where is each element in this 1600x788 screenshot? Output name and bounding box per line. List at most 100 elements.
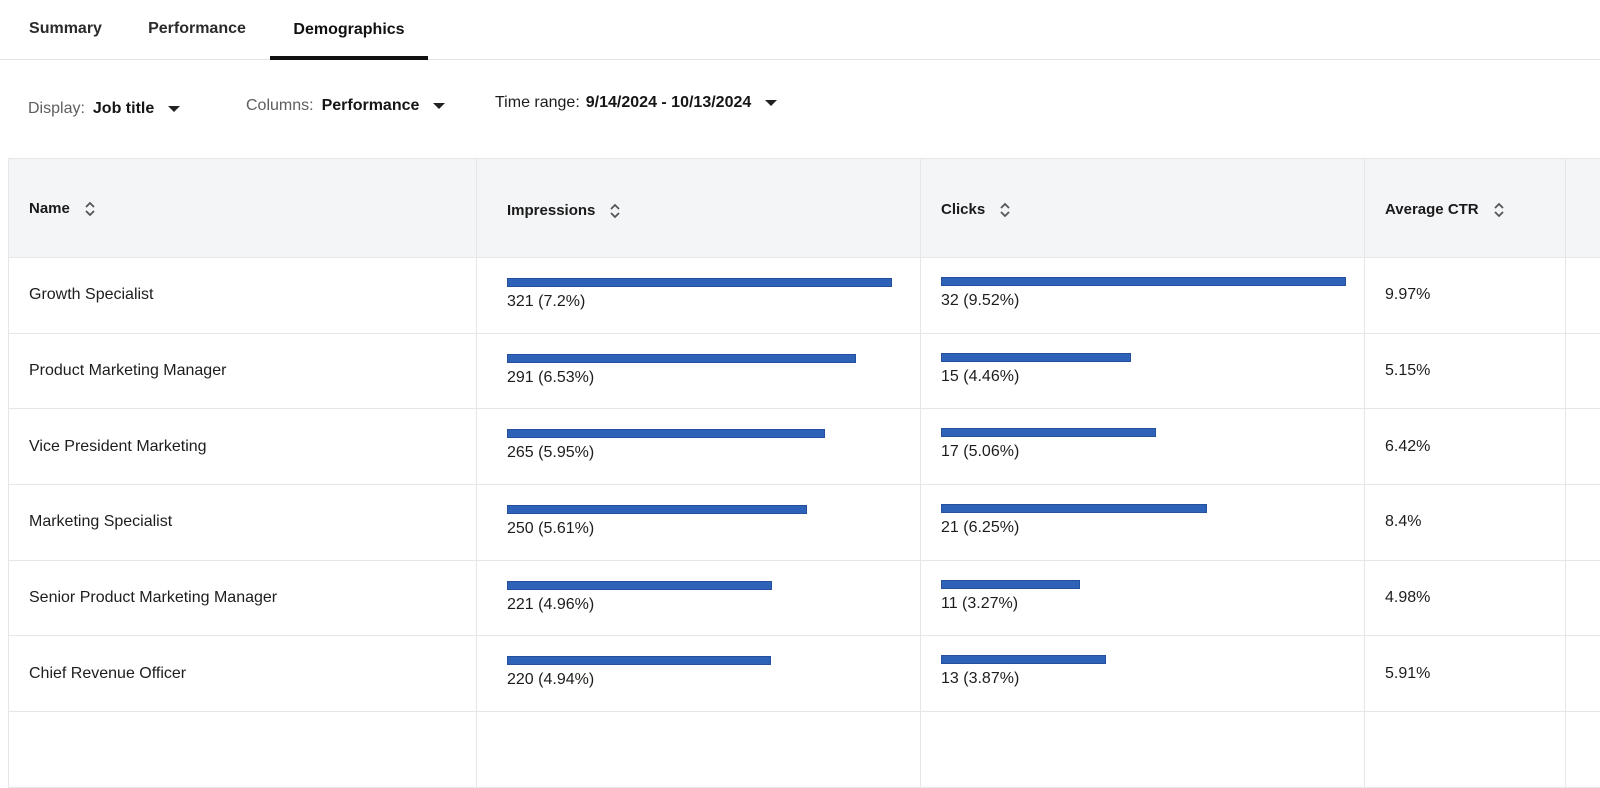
table-row[interactable]: Product Marketing Manager 291 (6.53%) 15 (… xyxy=(9,333,1600,410)
columns-label: Columns: xyxy=(246,97,314,114)
cell-impressions: 220 (4.94%) xyxy=(477,636,921,712)
table-row xyxy=(9,712,1600,788)
clicks-value: 15 (4.46%) xyxy=(941,367,1020,385)
impressions-value: 221 (4.96%) xyxy=(507,595,595,613)
cell-clicks: 17 (5.06%) xyxy=(921,409,1365,485)
cell-impressions: 265 (5.95%) xyxy=(477,409,921,485)
sort-icon[interactable] xyxy=(999,201,1011,219)
clicks-value: 11 (3.27%) xyxy=(941,594,1019,612)
impressions-value: 220 (4.94%) xyxy=(507,671,595,689)
column-header-clicks[interactable]: Clicks xyxy=(921,159,1365,258)
ctr-value: 6.42% xyxy=(1385,437,1431,455)
cell-impressions xyxy=(477,712,921,787)
table-row[interactable]: Chief Revenue Officer 220 (4.94%) 13 (3.87… xyxy=(9,636,1600,713)
column-header-label: Clicks xyxy=(941,201,986,218)
cell-average-ctr: 4.98% xyxy=(1365,560,1566,636)
columns-value: Performance xyxy=(321,97,420,114)
cell-clicks: 13 (3.87%) xyxy=(921,636,1365,712)
cell-average-ctr: 5.15% xyxy=(1365,333,1566,409)
sort-icon[interactable] xyxy=(1493,201,1505,219)
job-title: Chief Revenue Officer xyxy=(29,664,187,682)
impressions-value: 250 (5.61%) xyxy=(507,520,595,538)
time-range-dropdown[interactable]: Time range: 9/14/2024 - 10/13/2024 xyxy=(495,91,778,115)
display-value: Job title xyxy=(92,100,155,117)
display-label: Display: xyxy=(28,100,85,117)
column-header-name[interactable]: Name xyxy=(9,159,477,258)
display-dropdown[interactable]: Display: Job title xyxy=(28,97,181,121)
table-row[interactable]: Senior Product Marketing Manager 221 (4.9… xyxy=(9,560,1600,637)
tab-demographics[interactable]: Demographics xyxy=(270,0,428,60)
impressions-value: 291 (6.53%) xyxy=(507,368,595,386)
column-header-impressions[interactable]: Impressions xyxy=(477,159,921,258)
impressions-value: 265 (5.95%) xyxy=(507,444,595,462)
ctr-value: 8.4% xyxy=(1385,513,1422,531)
cell-average-ctr: 9.97% xyxy=(1365,258,1566,333)
caret-down-icon xyxy=(765,100,778,106)
column-header-average-ctr[interactable]: Average CTR xyxy=(1365,159,1566,258)
column-header-label: Name xyxy=(29,200,70,217)
cell-impressions: 291 (6.53%) xyxy=(477,333,921,409)
demographics-table: Name Impressions Clicks Average CTR Grow… xyxy=(8,158,1600,788)
job-title: Vice President Marketing xyxy=(29,437,207,455)
sort-icon[interactable] xyxy=(609,202,621,220)
cell-average-ctr: 8.4% xyxy=(1365,485,1566,560)
time-range-value: 9/14/2024 - 10/13/2024 xyxy=(585,94,752,111)
cell-average-ctr: 5.91% xyxy=(1365,636,1566,712)
clicks-value: 32 (9.52%) xyxy=(941,292,1020,309)
impressions-bar xyxy=(507,429,825,439)
clicks-bar xyxy=(941,655,1106,665)
caret-down-icon xyxy=(433,103,446,109)
cell-name: Growth Specialist xyxy=(9,258,477,333)
ctr-value: 9.97% xyxy=(1385,286,1431,304)
impressions-value: 321 (7.2%) xyxy=(507,293,586,310)
filter-bar: Display: Job title Columns: Performance … xyxy=(0,86,1600,130)
table-row[interactable]: Vice President Marketing 265 (5.95%) 17 (5… xyxy=(9,409,1600,486)
cell-clicks: 21 (6.25%) xyxy=(921,485,1365,560)
time-range-label: Time range: xyxy=(495,94,580,111)
cell-impressions: 321 (7.2%) xyxy=(477,258,921,333)
job-title: Marketing Specialist xyxy=(29,513,173,531)
cell-name: Marketing Specialist xyxy=(9,485,477,560)
cell-impressions: 250 (5.61%) xyxy=(477,485,921,560)
cell-clicks: 15 (4.46%) xyxy=(921,333,1365,409)
ctr-value: 5.15% xyxy=(1385,362,1431,380)
impressions-bar xyxy=(507,505,807,515)
column-header-label: Average CTR xyxy=(1385,201,1479,218)
cell-name: Chief Revenue Officer xyxy=(9,636,477,712)
job-title: Product Marketing Manager xyxy=(29,362,227,380)
clicks-value: 21 (6.25%) xyxy=(941,519,1020,537)
table-right-border xyxy=(1565,158,1566,730)
clicks-value: 17 (5.06%) xyxy=(941,443,1020,461)
column-header-label: Impressions xyxy=(507,202,596,219)
clicks-bar xyxy=(941,428,1157,438)
caret-down-icon xyxy=(168,106,181,112)
ctr-value: 4.98% xyxy=(1385,589,1431,607)
clicks-value: 13 (3.87%) xyxy=(941,670,1020,688)
cell-name: Vice President Marketing xyxy=(9,409,477,485)
impressions-bar xyxy=(507,656,771,666)
clicks-bar xyxy=(941,579,1081,589)
table-body: Growth Specialist 321 (7.2%) 32 (9.52%) 9.9… xyxy=(9,258,1600,788)
impressions-bar xyxy=(507,278,892,287)
clicks-bar xyxy=(941,277,1346,286)
clicks-bar xyxy=(941,504,1207,514)
table-row[interactable]: Marketing Specialist 250 (5.61%) 21 (6.25%… xyxy=(9,485,1600,561)
cell-name: Product Marketing Manager xyxy=(9,333,477,409)
cell-impressions: 221 (4.96%) xyxy=(477,560,921,636)
cell-clicks xyxy=(921,712,1365,787)
job-title: Senior Product Marketing Manager xyxy=(29,589,278,607)
tab-bar: Summary Performance Demographics xyxy=(0,0,1600,60)
cell-clicks: 11 (3.27%) xyxy=(921,560,1365,636)
clicks-bar xyxy=(941,352,1131,362)
cell-average-ctr xyxy=(1365,712,1566,787)
cell-clicks: 32 (9.52%) xyxy=(921,258,1365,333)
sort-icon[interactable] xyxy=(84,200,96,218)
cell-average-ctr: 6.42% xyxy=(1365,409,1566,485)
ctr-value: 5.91% xyxy=(1385,664,1431,682)
job-title: Growth Specialist xyxy=(29,286,154,304)
tab-summary[interactable]: Summary xyxy=(10,0,121,59)
tab-performance[interactable]: Performance xyxy=(128,0,266,59)
table-row[interactable]: Growth Specialist 321 (7.2%) 32 (9.52%) 9.9… xyxy=(9,258,1600,334)
table-header: Name Impressions Clicks Average CTR xyxy=(9,159,1600,258)
columns-dropdown[interactable]: Columns: Performance xyxy=(246,94,446,118)
